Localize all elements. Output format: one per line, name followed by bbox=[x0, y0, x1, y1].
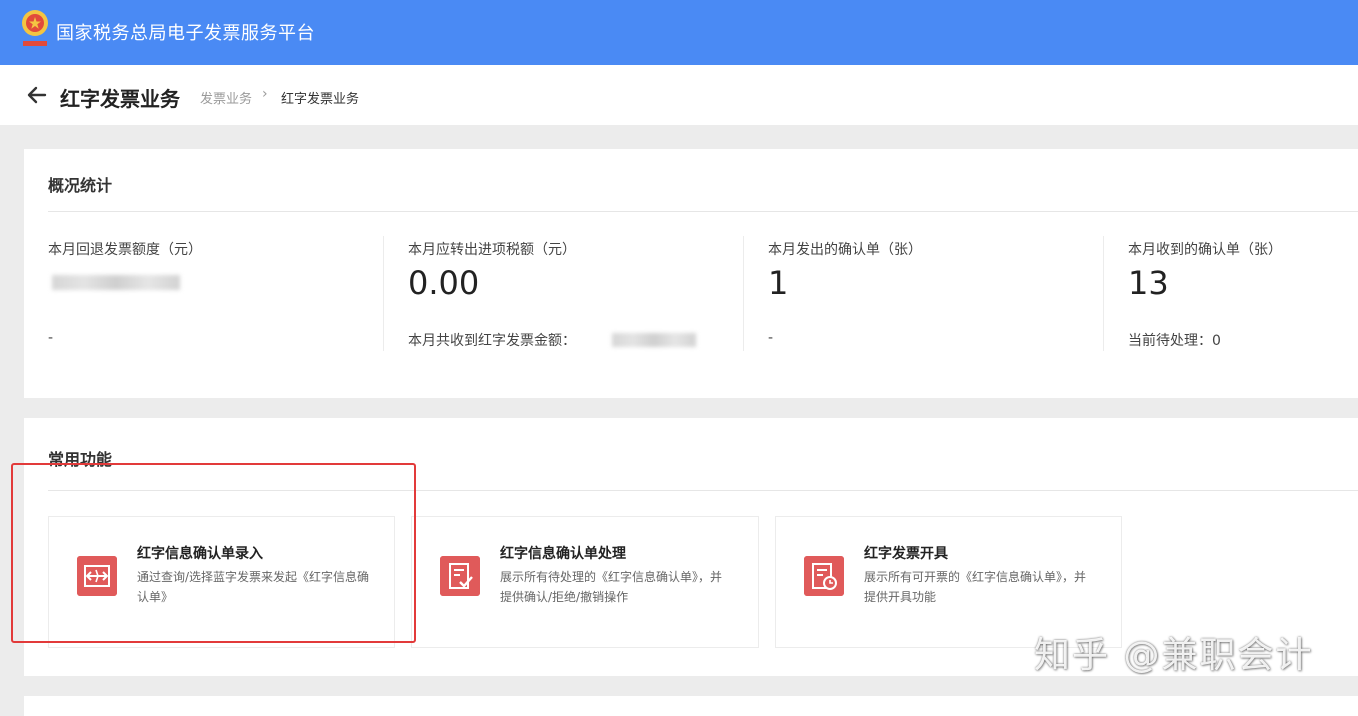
function-desc-red-invoice-issue: 展示所有可开票的《红字信息确认单》，并 提供开具功能 bbox=[864, 567, 1086, 607]
stat-label-input-tax: 本月应转出进项税额（元） bbox=[408, 242, 576, 258]
arrow-left-icon[interactable] bbox=[26, 84, 48, 106]
breadcrumb-item-invoice-business[interactable]: 发票业务 bbox=[200, 88, 252, 107]
redacted-value bbox=[612, 333, 696, 347]
stat-separator bbox=[1103, 236, 1104, 351]
stat-value-input-tax: 0.00 bbox=[408, 264, 480, 302]
tax-emblem-icon bbox=[22, 10, 48, 46]
function-title-confirmation-processing: 红字信息确认单处理 bbox=[500, 546, 626, 562]
breadcrumb-item-current: 红字发票业务 bbox=[281, 92, 360, 107]
stat-value-received-confirmations: 13 bbox=[1128, 264, 1169, 302]
stat-sub-red-invoice-amount: 本月共收到红字发票金额： bbox=[408, 333, 576, 349]
divider bbox=[48, 211, 1358, 212]
document-check-icon bbox=[440, 556, 480, 596]
breadcrumb-separator-icon: › bbox=[262, 86, 268, 102]
desc-line: 展示所有可开票的《红字信息确认单》，并 bbox=[864, 570, 1087, 584]
desc-line: 展示所有待处理的《红字信息确认单》，并 bbox=[500, 570, 723, 584]
overview-title: 概况统计 bbox=[48, 176, 113, 195]
desc-line: 提供开具功能 bbox=[864, 590, 937, 604]
function-title-red-invoice-issue: 红字发票开具 bbox=[864, 546, 948, 562]
redacted-value bbox=[52, 275, 180, 290]
stat-sub-pending: 当前待处理：0 bbox=[1128, 333, 1221, 349]
stat-label-sent-confirmations: 本月发出的确认单（张） bbox=[768, 242, 922, 258]
watermark: 知乎 @兼职会计 bbox=[1034, 635, 1314, 676]
stat-separator bbox=[743, 236, 744, 351]
desc-line: 提供确认/拒绝/撤销操作 bbox=[500, 590, 629, 604]
stat-label-received-confirmations: 本月收到的确认单（张） bbox=[1128, 242, 1282, 258]
stat-sub-returned-quota: - bbox=[48, 330, 54, 346]
top-header-bar: 国家税务总局电子发票服务平台 bbox=[0, 0, 1358, 65]
next-card bbox=[24, 696, 1358, 716]
stat-value-sent-confirmations: 1 bbox=[768, 264, 789, 302]
stat-separator bbox=[383, 236, 384, 351]
document-clock-icon bbox=[804, 556, 844, 596]
page-title: 红字发票业务 bbox=[60, 87, 180, 111]
stat-sub-sent-confirmations: - bbox=[768, 330, 774, 346]
stat-label-returned-quota: 本月回退发票额度（元） bbox=[48, 242, 202, 258]
app-title: 国家税务总局电子发票服务平台 bbox=[56, 23, 315, 44]
function-desc-confirmation-processing: 展示所有待处理的《红字信息确认单》，并 提供确认/拒绝/撤销操作 bbox=[500, 567, 722, 607]
highlight-box bbox=[11, 463, 416, 643]
